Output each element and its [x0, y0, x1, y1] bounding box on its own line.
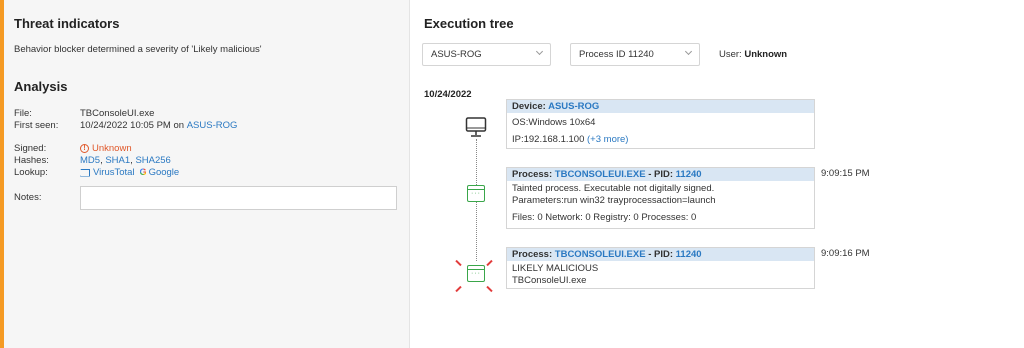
first-seen-device-link[interactable]: ASUS-ROG	[187, 119, 238, 132]
google-link[interactable]: Google	[149, 166, 180, 179]
virustotal-link[interactable]: VirusTotal	[93, 166, 135, 179]
ip-more-link[interactable]: (+3 more)	[587, 134, 628, 145]
notes-row: Notes:	[14, 191, 80, 204]
user-label: User:	[719, 49, 742, 60]
device-ip: IP:192.168.1.100	[512, 134, 585, 145]
process-select-value: Process ID 11240	[579, 49, 654, 60]
threat-panel: Threat indicators Behavior blocker deter…	[0, 0, 410, 348]
first-seen-value: 10/24/2022 10:05 PM on	[80, 120, 185, 131]
lookup-label: Lookup:	[14, 167, 48, 178]
analysis-title: Analysis	[14, 79, 68, 94]
device-link[interactable]: ASUS-ROG	[548, 101, 599, 112]
first-seen-row: First seen: 10/24/2022 10:05 PM on ASUS-…	[14, 119, 237, 132]
malicious-verdict: LIKELY MALICIOUS	[512, 263, 599, 274]
user-value: Unknown	[744, 49, 788, 60]
device-select-value: ASUS-ROG	[431, 49, 482, 60]
chevron-down-icon	[535, 47, 544, 56]
alert-burst-icon	[486, 259, 493, 267]
process-label: Process:	[512, 249, 553, 260]
alert-burst-icon	[486, 285, 493, 293]
first-seen-label: First seen:	[14, 120, 59, 131]
process-name-link[interactable]: TBCONSOLEUI.EXE	[555, 169, 646, 180]
google-icon: G	[139, 167, 147, 177]
process-label: Process:	[512, 169, 553, 180]
warning-icon: !	[80, 144, 89, 153]
device-select[interactable]: ASUS-ROG	[422, 43, 551, 66]
device-card-header: Device: ASUS-ROG	[507, 100, 814, 113]
pid-label: - PID:	[648, 249, 674, 260]
device-ip-row: IP:192.168.1.100 (+3 more)	[507, 134, 814, 146]
process-counts: Files: 0 Network: 0 Registry: 0 Processe…	[512, 212, 697, 223]
threat-indicators-title: Threat indicators	[14, 16, 120, 31]
chevron-down-icon	[684, 47, 693, 56]
pid-link[interactable]: 11240	[676, 249, 702, 260]
process-time: 9:09:15 PM	[821, 168, 870, 179]
malicious-process-card[interactable]: Process: TBCONSOLEUI.EXE - PID: 11240 LI…	[506, 247, 815, 289]
threat-description: Behavior blocker determined a severity o…	[14, 44, 262, 55]
process-parameters: Parameters:run win32 trayprocessaction=l…	[512, 195, 716, 206]
process-select[interactable]: Process ID 11240	[570, 43, 700, 66]
notes-input[interactable]	[80, 186, 397, 210]
process-card-header: Process: TBCONSOLEUI.EXE - PID: 11240	[507, 168, 814, 181]
user-info: User: Unknown	[719, 49, 787, 60]
pid-link[interactable]: 11240	[676, 169, 702, 180]
lookup-row: Lookup: VirusTotal G Google	[14, 166, 179, 179]
pid-label: - PID:	[648, 169, 674, 180]
notes-label: Notes:	[14, 192, 42, 203]
virustotal-icon	[80, 168, 90, 177]
malicious-process-node-icon[interactable]: ···	[467, 265, 485, 282]
device-card-label: Device:	[512, 101, 546, 112]
execution-tree-title: Execution tree	[424, 16, 514, 31]
alert-burst-icon	[455, 285, 462, 293]
process-status: Tainted process. Executable not digitall…	[512, 183, 715, 194]
device-os: OS:Windows 10x64	[512, 117, 596, 128]
process-card[interactable]: Process: TBCONSOLEUI.EXE - PID: 11240 Ta…	[506, 167, 815, 229]
process-name-link[interactable]: TBCONSOLEUI.EXE	[555, 249, 646, 260]
process-node-icon[interactable]: ···	[467, 185, 485, 202]
malicious-process-card-header: Process: TBCONSOLEUI.EXE - PID: 11240	[507, 248, 814, 261]
alert-burst-icon	[455, 259, 462, 267]
device-monitor-icon[interactable]	[465, 116, 487, 143]
device-card[interactable]: Device: ASUS-ROG OS:Windows 10x64 IP:192…	[506, 99, 815, 149]
malicious-file-name: TBConsoleUI.exe	[512, 275, 587, 286]
tree-date: 10/24/2022	[424, 89, 472, 100]
malicious-process-time: 9:09:16 PM	[821, 248, 870, 259]
